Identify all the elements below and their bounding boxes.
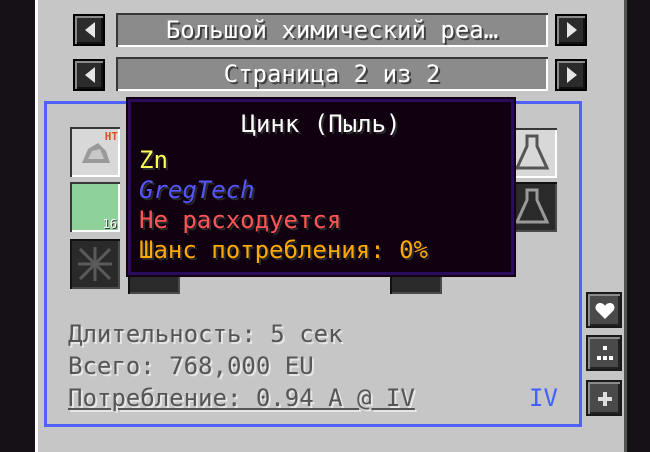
tooltip-not-consumed: Не расходуется xyxy=(139,206,342,234)
arrow-left-icon xyxy=(85,22,95,38)
heart-icon xyxy=(595,303,615,319)
duration-text: Длительность: 5 сек xyxy=(68,320,343,348)
add-button[interactable] xyxy=(586,380,622,416)
input-slot-zinc-dust[interactable]: HT xyxy=(70,127,120,177)
input-slot-circuit[interactable] xyxy=(70,239,120,289)
panel-tab xyxy=(245,0,285,4)
tooltip-formula: Zn xyxy=(139,146,168,174)
plus-icon xyxy=(598,392,612,406)
page-indicator: Страница 2 из 2 xyxy=(116,57,548,91)
circuit-pattern-icon xyxy=(78,247,112,281)
prev-machine-button[interactable] xyxy=(73,14,105,46)
arrow-right-icon xyxy=(567,22,577,38)
item-count: 16 xyxy=(102,217,117,231)
input-slot-green[interactable]: 16 xyxy=(70,182,120,232)
machine-name: Большой химический реа… xyxy=(116,13,548,47)
flask-icon xyxy=(514,188,550,224)
tier-label: IV xyxy=(529,384,558,412)
total-energy-text: Всего: 768,000 EU xyxy=(68,352,314,380)
tooltip-consume-chance: Шанс потребления: 0% xyxy=(139,236,428,264)
tooltip-title: Цинк (Пыль) xyxy=(241,110,401,138)
dots-icon xyxy=(597,346,613,360)
output-slot-flask[interactable] xyxy=(507,128,557,178)
output-slot-flask-dark[interactable] xyxy=(507,182,557,232)
favorite-button[interactable] xyxy=(586,292,622,328)
arrow-left-icon xyxy=(85,67,95,83)
next-machine-button[interactable] xyxy=(555,14,587,46)
item-tooltip: Цинк (Пыль) Zn GregTech Не расходуется Ш… xyxy=(126,97,516,277)
prev-page-button[interactable] xyxy=(73,59,105,91)
arrow-right-icon xyxy=(567,67,577,83)
tooltip-mod-name: GregTech xyxy=(139,176,255,204)
hot-tag: HT xyxy=(104,130,118,143)
next-page-button[interactable] xyxy=(555,59,587,91)
overlay-button[interactable] xyxy=(586,335,622,371)
usage-text: Потребление: 0.94 A @ IV xyxy=(68,384,415,412)
flask-icon xyxy=(514,134,550,170)
